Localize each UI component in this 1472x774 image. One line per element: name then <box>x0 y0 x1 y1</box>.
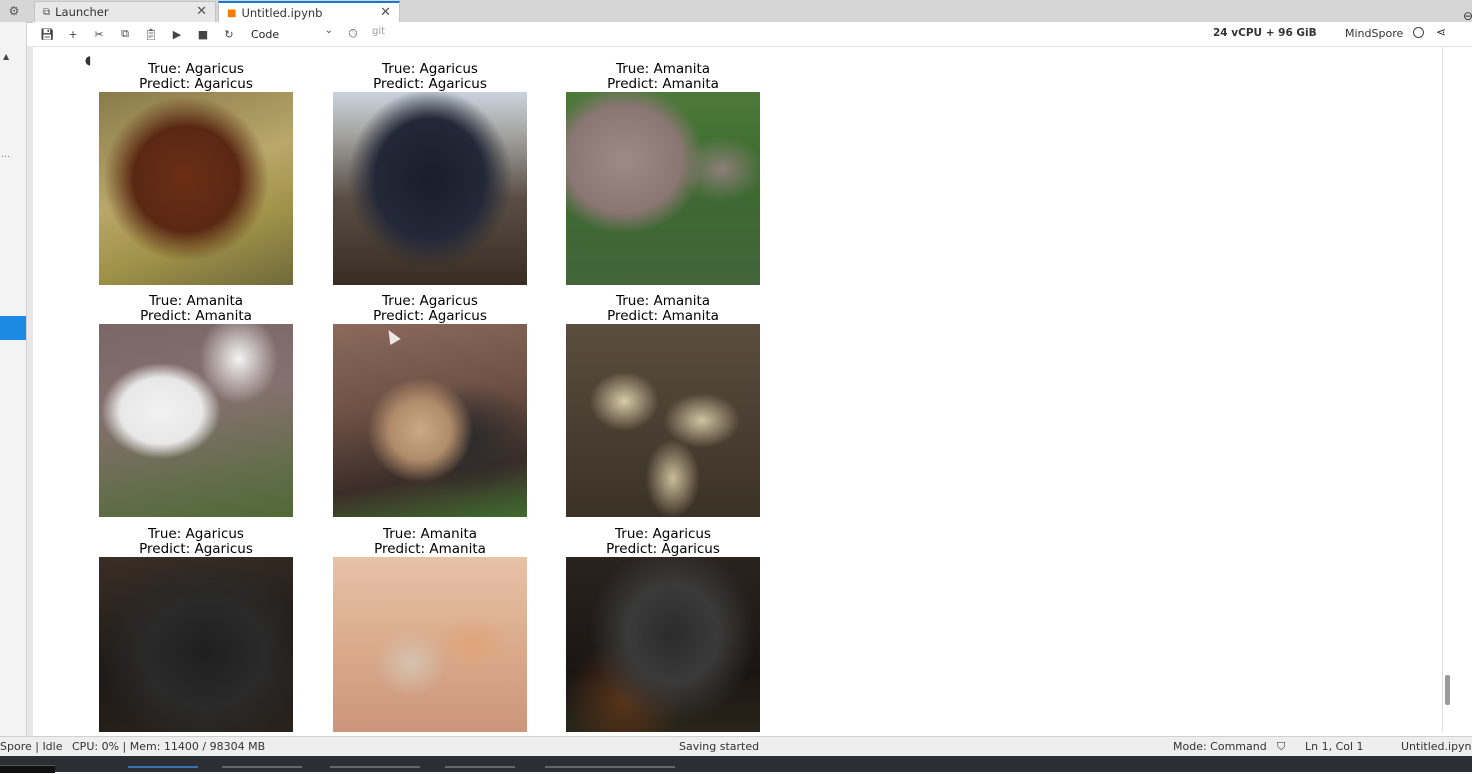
tab-launcher[interactable]: ⧉ Launcher ✕ <box>34 1 216 22</box>
predicted-label: Predict: Agaricus <box>606 540 720 557</box>
stop-icon[interactable]: ■ <box>195 25 211 43</box>
mushroom-image <box>333 557 527 732</box>
cursor-position[interactable]: Ln 1, Col 1 <box>1305 740 1364 753</box>
settings-edge-icon[interactable]: ⊖ <box>1463 9 1472 23</box>
prediction-figure: True: Amanita Predict: Amanita <box>99 294 293 517</box>
sidebar-item-active[interactable] <box>0 316 26 340</box>
prediction-figure: True: Agaricus Predict: Agaricus <box>99 527 293 732</box>
taskbar-item[interactable] <box>222 766 302 774</box>
chevron-down-icon: ⌄ <box>324 25 333 36</box>
tab-notebook[interactable]: ■ Untitled.ipynb ✕ <box>218 1 400 23</box>
prediction-figure: True: Amanita Predict: Amanita <box>566 62 760 285</box>
left-sidebar: ▲ … <box>0 22 27 736</box>
prediction-figure: True: Agaricus Predict: Agaricus <box>333 294 527 517</box>
restart-icon[interactable]: ↻ <box>221 25 237 43</box>
predicted-label: Predict: Amanita <box>607 75 719 92</box>
predicted-label: Predict: Agaricus <box>373 307 487 324</box>
git-label[interactable]: git <box>372 26 385 37</box>
mushroom-image <box>333 324 527 517</box>
tab-label: Launcher <box>55 5 109 19</box>
copy-icon[interactable]: ⧉ <box>117 25 133 43</box>
cell-type-select[interactable]: Code ⌄ <box>251 25 333 43</box>
scrollbar-thumb[interactable] <box>1445 675 1450 705</box>
prediction-caption: True: Amanita Predict: Amanita <box>566 62 760 92</box>
prediction-figure: True: Amanita Predict: Amanita <box>333 527 527 732</box>
mushroom-image <box>566 92 760 285</box>
mushroom-image <box>99 557 293 732</box>
predicted-label: Predict: Agaricus <box>373 75 487 92</box>
output-prompt-icon: ◖ <box>85 53 92 67</box>
mushroom-image <box>99 92 293 285</box>
mushroom-image <box>566 324 760 517</box>
predicted-label: Predict: Amanita <box>607 307 719 324</box>
true-label: True: Amanita <box>615 61 711 77</box>
taskbar-item[interactable] <box>545 766 675 774</box>
extension-icon[interactable]: ⚙ <box>0 0 28 22</box>
true-label: True: Agaricus <box>615 526 711 542</box>
paste-icon[interactable]: 📋︎ <box>143 25 159 43</box>
prediction-caption: True: Agaricus Predict: Agaricus <box>333 62 527 92</box>
status-message: Saving started <box>679 740 760 753</box>
true-label: True: Amanita <box>382 526 478 542</box>
prediction-figure: True: Agaricus Predict: Agaricus <box>99 62 293 285</box>
mode-indicator[interactable]: Mode: Command <box>1173 740 1267 753</box>
trusted-icon[interactable]: ⛉ <box>1277 740 1285 754</box>
cut-icon[interactable]: ✂ <box>91 25 107 43</box>
predicted-label: Predict: Agaricus <box>139 540 253 557</box>
os-taskbar <box>0 756 1472 774</box>
true-label: True: Agaricus <box>148 526 244 542</box>
close-icon[interactable]: ✕ <box>380 5 391 20</box>
save-icon[interactable]: 💾︎ <box>39 25 55 43</box>
prediction-caption: True: Agaricus Predict: Agaricus <box>99 62 293 92</box>
status-bar: Spore | Idle CPU: 0% | Mem: 11400 / 9830… <box>0 736 1472 757</box>
caret-up-icon[interactable]: ▲ <box>3 52 9 61</box>
true-label: True: Agaricus <box>148 61 244 77</box>
prediction-caption: True: Amanita Predict: Amanita <box>99 294 293 324</box>
true-label: True: Amanita <box>615 293 711 309</box>
clock-icon[interactable]: 🕓︎ <box>345 25 361 43</box>
tab-label: Untitled.ipynb <box>241 6 323 20</box>
kernel-name[interactable]: MindSpore <box>1345 27 1403 40</box>
notebook-toolbar: 💾︎ + ✂ ⧉ 📋︎ ▶ ■ ↻ Code ⌄ 🕓︎ git 24 vCPU … <box>33 22 1472 47</box>
more-icon[interactable]: … <box>1 150 10 160</box>
mushroom-image <box>99 324 293 517</box>
prediction-figure: True: Amanita Predict: Amanita <box>566 294 760 517</box>
prediction-figure: True: Agaricus Predict: Agaricus <box>566 527 760 732</box>
prediction-caption: True: Agaricus Predict: Agaricus <box>566 527 760 557</box>
predicted-label: Predict: Amanita <box>140 307 252 324</box>
tab-bar: ⚙ ⧉ Launcher ✕ ■ Untitled.ipynb ✕ <box>0 0 1472 23</box>
cell-type-value: Code <box>251 27 280 41</box>
resource-indicator: 24 vCPU + 96 GiB <box>1213 27 1317 39</box>
mushroom-image <box>333 92 527 285</box>
kernel-status-icon <box>1413 27 1424 38</box>
predicted-label: Predict: Amanita <box>374 540 486 557</box>
notebook-output: ◖ True: Agaricus Predict: Agaricus True:… <box>33 47 1442 732</box>
prediction-caption: True: Amanita Predict: Amanita <box>566 294 760 324</box>
prediction-figure: True: Agaricus Predict: Agaricus <box>333 62 527 285</box>
add-cell-icon[interactable]: + <box>65 25 81 43</box>
external-link-icon: ⧉ <box>43 6 51 18</box>
prediction-caption: True: Amanita Predict: Amanita <box>333 527 527 557</box>
taskbar-item[interactable] <box>445 766 515 774</box>
kernel-status[interactable]: Spore | Idle <box>0 740 63 753</box>
run-icon[interactable]: ▶ <box>169 25 185 43</box>
prediction-caption: True: Agaricus Predict: Agaricus <box>333 294 527 324</box>
taskbar-item[interactable] <box>128 766 198 774</box>
taskbar-item[interactable] <box>330 766 420 774</box>
vertical-scrollbar[interactable] <box>1442 47 1453 732</box>
true-label: True: Amanita <box>148 293 244 309</box>
true-label: True: Agaricus <box>382 61 478 77</box>
prediction-caption: True: Agaricus Predict: Agaricus <box>99 527 293 557</box>
file-name: Untitled.ipynb <box>1401 740 1472 753</box>
resource-usage: CPU: 0% | Mem: 11400 / 98304 MB <box>72 740 266 753</box>
predicted-label: Predict: Agaricus <box>139 75 253 92</box>
close-icon[interactable]: ✕ <box>196 4 207 19</box>
notebook-icon: ■ <box>227 7 237 19</box>
share-icon[interactable]: ⋖ <box>1436 25 1446 39</box>
mushroom-image <box>566 557 760 732</box>
true-label: True: Agaricus <box>382 293 478 309</box>
